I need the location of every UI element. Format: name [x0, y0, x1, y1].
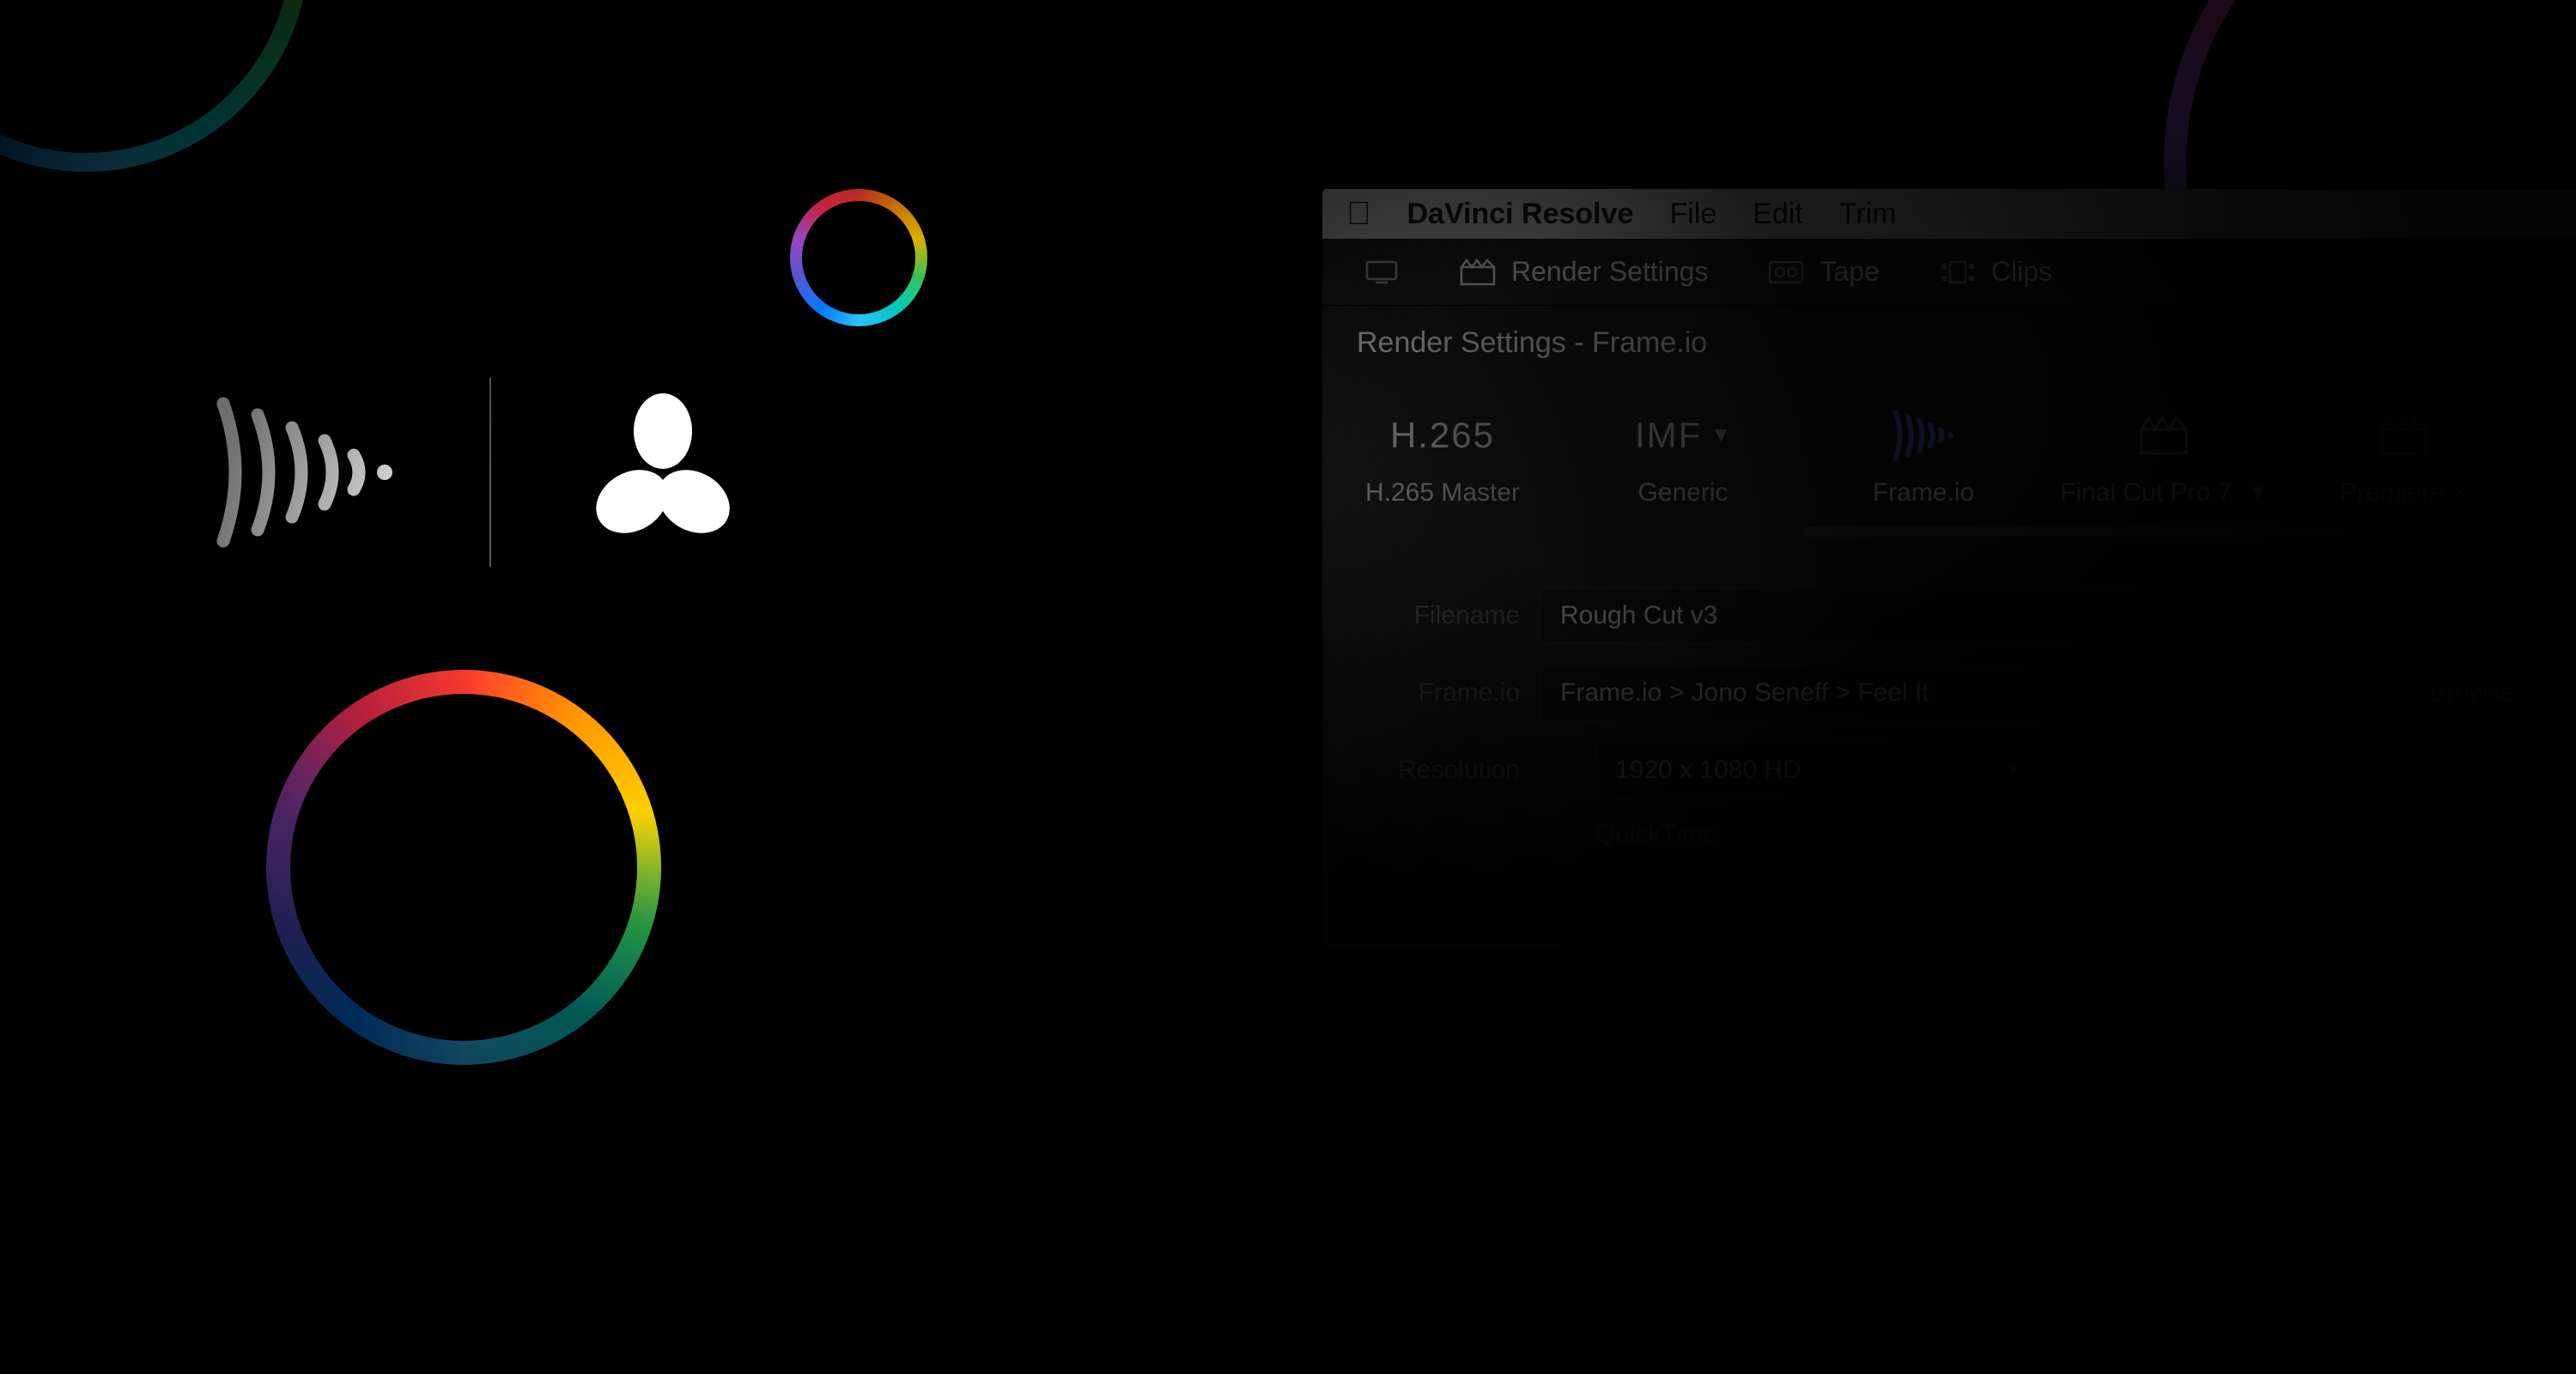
preset-label: Frame.io — [1873, 478, 1974, 508]
location-path-field[interactable]: Frame.io > Jono Seneff > Feel It — [1540, 666, 2382, 720]
color-wheel-decoration — [0, 0, 309, 172]
preset-label: Final Cut Pro 7 — [2060, 478, 2232, 508]
preset-label: H.265 Master — [1365, 478, 1520, 508]
toolbar-clips[interactable]: Clips — [1940, 256, 2052, 288]
mac-menubar:  DaVinci Resolve File Edit Trim — [1322, 189, 2576, 239]
toolbar-render-settings[interactable]: Render Settings — [1460, 256, 1708, 288]
chevron-down-icon: ▼ — [2247, 481, 2268, 505]
resolution-label: Resolution — [1357, 756, 1520, 785]
menubar-item-trim[interactable]: Trim — [1839, 198, 1897, 231]
render-form: Filename Rough Cut v3 Frame.io Frame.io … — [1322, 557, 2576, 949]
toolbar-render-settings-label: Render Settings — [1511, 256, 1708, 288]
app-window:  DaVinci Resolve File Edit Trim Render … — [1322, 189, 2576, 949]
deliver-toolbar: Render Settings Tape Clips — [1322, 239, 2576, 306]
preset-h265-master[interactable]: H.265 H.265 Master — [1322, 406, 1563, 508]
location-label: Frame.io — [1357, 678, 1520, 708]
filename-input[interactable]: Rough Cut v3 — [1540, 588, 2542, 643]
preset-label: Premiere X — [2340, 478, 2469, 508]
menubar-app-name[interactable]: DaVinci Resolve — [1407, 198, 1634, 231]
preset-imf-generic[interactable]: IMF▼ Generic — [1563, 406, 1803, 508]
format-value: QuickTime — [1595, 820, 1717, 849]
menubar-item-edit[interactable]: Edit — [1753, 198, 1803, 231]
browse-button[interactable]: Browse — [2403, 666, 2542, 720]
color-wheel-decoration — [790, 189, 927, 326]
frameio-logo-icon — [206, 386, 404, 558]
preset-frameio[interactable]: Frame.io — [1803, 406, 2044, 508]
apple-menu-icon[interactable]:  — [1346, 196, 1371, 233]
toolbar-presentation-icon[interactable] — [1364, 258, 1400, 286]
logo-lockup — [206, 378, 749, 567]
toolbar-tape[interactable]: Tape — [1768, 256, 1879, 288]
panel-title: Render Settings - Frame.io — [1322, 306, 2576, 380]
clapperboard-icon — [2138, 406, 2190, 465]
chevron-down-icon: ▼ — [1710, 423, 1731, 447]
chevron-down-icon: ▼ — [2003, 759, 2022, 781]
divider — [489, 378, 491, 567]
clapperboard-icon — [2379, 406, 2430, 465]
menubar-item-file[interactable]: File — [1669, 198, 1716, 231]
davinci-resolve-logo-icon — [577, 386, 749, 558]
toolbar-clips-label: Clips — [1991, 256, 2052, 288]
toolbar-tape-label: Tape — [1820, 256, 1879, 288]
preset-premiere[interactable]: Premiere X — [2284, 406, 2524, 508]
filename-label: Filename — [1357, 601, 1520, 630]
preset-strip: H.265 H.265 Master IMF▼ Generic — [1322, 380, 2576, 523]
preset-final-cut-pro-7[interactable]: Final Cut Pro 7 ▼ — [2044, 406, 2284, 508]
color-wheel-decoration — [266, 670, 661, 1065]
frameio-icon — [1882, 406, 1965, 465]
resolution-select[interactable]: 1920 x 1080 HD ▼ — [1595, 743, 2042, 798]
preset-label: Generic — [1637, 478, 1728, 508]
preset-scrollbar[interactable] — [1803, 526, 2542, 537]
